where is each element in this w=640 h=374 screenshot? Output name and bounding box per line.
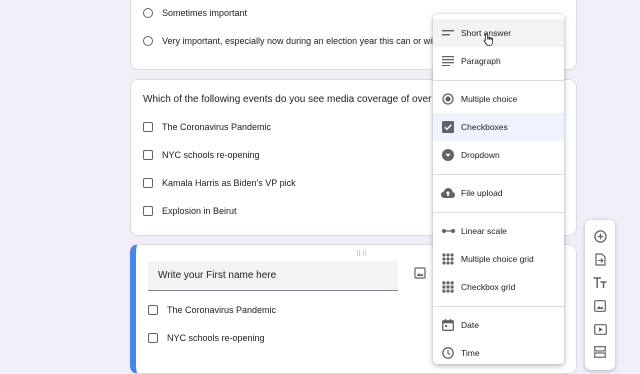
checkbox[interactable]: [143, 150, 153, 160]
option-row[interactable]: Very important, especially now during an…: [143, 36, 454, 46]
menu-item-label: Linear scale: [461, 226, 507, 236]
menu-item-label: Checkbox grid: [461, 282, 516, 292]
radio-button[interactable]: [143, 8, 153, 18]
menu-item-label: File upload: [461, 188, 503, 198]
upload-icon: [441, 186, 455, 200]
radio-button[interactable]: [143, 36, 153, 46]
menu-item-file-upload[interactable]: File upload: [433, 179, 564, 207]
calendar-icon: [441, 318, 455, 332]
option-row[interactable]: NYC schools re-opening: [148, 333, 265, 343]
menu-item-label: Multiple choice grid: [461, 254, 534, 264]
menu-item-label: Dropdown: [461, 150, 500, 160]
menu-item-label: Date: [461, 320, 479, 330]
checkbox-icon: [441, 120, 455, 134]
checkbox[interactable]: [143, 206, 153, 216]
menu-divider: [433, 174, 564, 175]
add-image-icon[interactable]: [593, 299, 607, 313]
checkbox[interactable]: [143, 178, 153, 188]
menu-divider: [433, 212, 564, 213]
option-label: Sometimes important: [162, 8, 248, 18]
import-questions-icon[interactable]: [593, 252, 607, 266]
option-label: NYC schools re-opening: [167, 333, 265, 343]
add-title-icon[interactable]: [593, 276, 607, 290]
short-answer-icon: [441, 26, 455, 40]
option-row[interactable]: Kamala Harris as Biden's VP pick: [143, 178, 296, 188]
option-row[interactable]: NYC schools re-opening: [143, 150, 260, 160]
menu-item-short-answer[interactable]: Short answer: [433, 19, 564, 47]
menu-item-checkboxes[interactable]: Checkboxes: [433, 113, 564, 141]
option-row[interactable]: The Coronavirus Pandemic: [143, 122, 271, 132]
menu-item-paragraph[interactable]: Paragraph: [433, 47, 564, 75]
menu-item-linear-scale[interactable]: Linear scale: [433, 217, 564, 245]
option-label: NYC schools re-opening: [162, 150, 260, 160]
question-title-input[interactable]: Write your First name here: [148, 261, 398, 291]
hand-cursor-icon: [483, 33, 495, 46]
add-question-icon[interactable]: [593, 229, 607, 243]
add-image-icon[interactable]: [414, 267, 426, 279]
menu-item-dropdown[interactable]: Dropdown: [433, 141, 564, 169]
menu-item-label: Time: [461, 348, 480, 358]
checkbox[interactable]: [143, 122, 153, 132]
option-row[interactable]: The Coronavirus Pandemic: [148, 305, 276, 315]
option-row[interactable]: Explosion in Beirut: [143, 206, 237, 216]
radio-icon: [441, 92, 455, 106]
question-type-menu: Short answer Paragraph Multiple choice C…: [433, 14, 564, 364]
option-label: The Coronavirus Pandemic: [167, 305, 277, 315]
option-label: Explosion in Beirut: [162, 206, 237, 216]
checkbox[interactable]: [148, 333, 158, 343]
add-video-icon[interactable]: [593, 322, 607, 336]
dropdown-icon: [441, 148, 455, 162]
linear-scale-icon: [441, 224, 455, 238]
menu-item-date[interactable]: Date: [433, 311, 564, 339]
checkbox[interactable]: [148, 305, 158, 315]
menu-divider: [433, 80, 564, 81]
menu-item-multiple-choice[interactable]: Multiple choice: [433, 85, 564, 113]
paragraph-icon: [441, 54, 455, 68]
menu-item-label: Multiple choice: [461, 94, 518, 104]
menu-item-multiple-choice-grid[interactable]: Multiple choice grid: [433, 245, 564, 273]
menu-item-label: Checkboxes: [461, 122, 508, 132]
grid-icon: [441, 280, 455, 294]
question-title: Which of the following events do you see…: [143, 94, 449, 105]
option-label: Kamala Harris as Biden's VP pick: [162, 178, 296, 188]
option-label: The Coronavirus Pandemic: [162, 122, 272, 132]
menu-divider: [433, 306, 564, 307]
grid-icon: [441, 252, 455, 266]
add-section-icon[interactable]: [593, 345, 607, 359]
option-label: Very important, especially now during an…: [162, 36, 454, 46]
menu-item-label: Paragraph: [461, 56, 501, 66]
clock-icon: [441, 346, 455, 360]
menu-item-time[interactable]: Time: [433, 339, 564, 367]
option-row[interactable]: Sometimes important: [143, 8, 247, 18]
menu-item-checkbox-grid[interactable]: Checkbox grid: [433, 273, 564, 301]
side-toolbar: [585, 220, 615, 370]
drag-handle-icon[interactable]: ⠿⠿: [356, 250, 368, 258]
